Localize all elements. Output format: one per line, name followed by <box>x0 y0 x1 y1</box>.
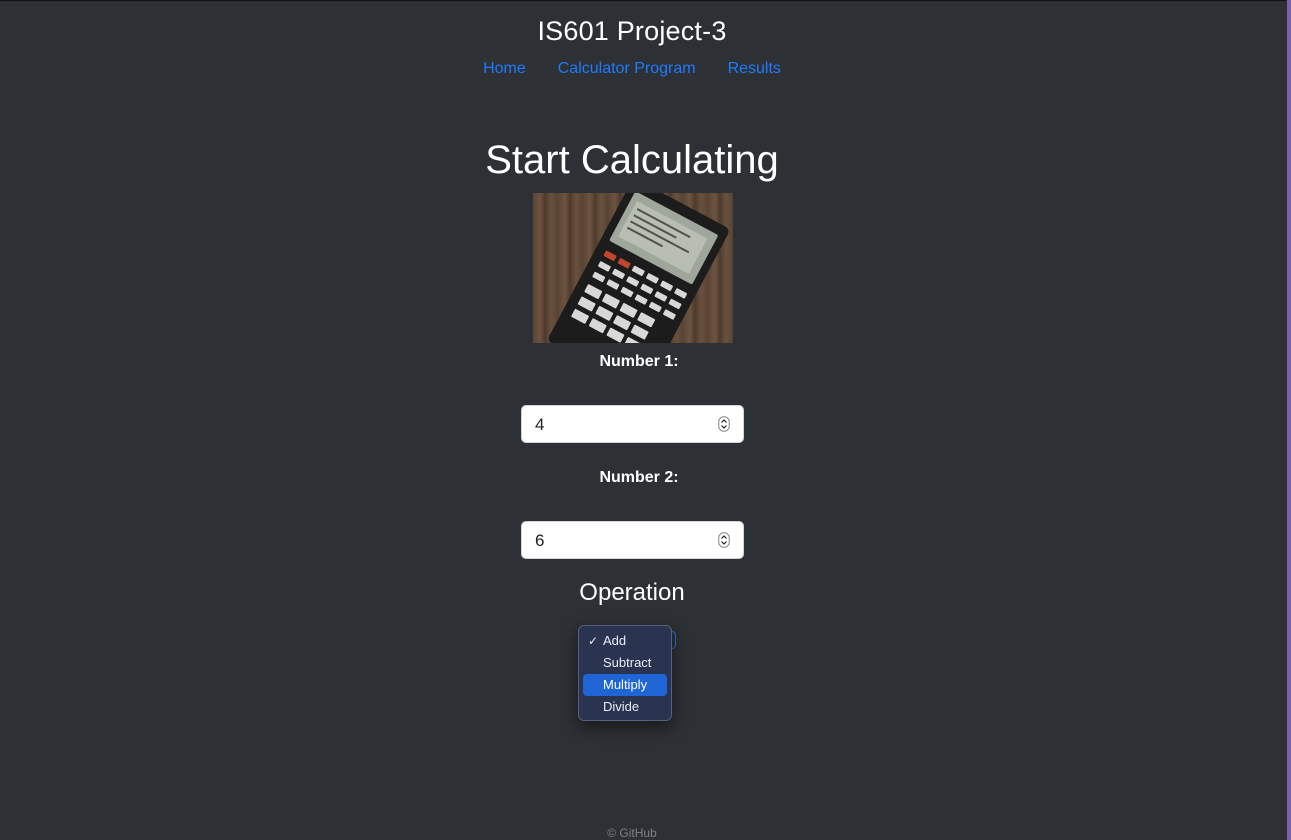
footer-text: © GitHub <box>607 826 657 840</box>
operation-heading: Operation <box>579 579 685 606</box>
nav-link-home[interactable]: Home <box>483 60 526 78</box>
number1-label: Number 1: <box>599 353 679 370</box>
window-right-edge <box>1287 0 1291 840</box>
number2-input[interactable]: 6 <box>521 521 744 559</box>
stepper-icon[interactable] <box>718 532 730 548</box>
page-heading: Start Calculating <box>485 138 779 182</box>
calculator-photo-icon <box>548 193 729 343</box>
checkmark-icon: ✓ <box>588 634 599 648</box>
nav-link-results[interactable]: Results <box>728 60 781 78</box>
operation-option-divide[interactable]: Divide <box>583 696 667 718</box>
option-label: Multiply <box>603 677 648 692</box>
operation-option-subtract[interactable]: Subtract <box>583 652 667 674</box>
operation-dropdown: ✓ Add Subtract Multiply Divide <box>578 625 672 721</box>
option-label: Subtract <box>603 655 652 670</box>
number1-value: 4 <box>535 415 545 434</box>
calculator-image <box>533 193 733 343</box>
operation-option-add[interactable]: ✓ Add <box>583 630 667 652</box>
stepper-icon[interactable] <box>718 416 730 432</box>
option-label: Divide <box>603 699 640 714</box>
number1-input[interactable]: 4 <box>521 405 744 443</box>
operation-option-multiply[interactable]: Multiply <box>583 674 667 696</box>
option-label: Add <box>603 633 627 648</box>
site-title: IS601 Project-3 <box>537 16 727 46</box>
number2-value: 6 <box>535 531 545 550</box>
window-top-border <box>0 0 1291 1</box>
main-nav: Home Calculator Program Results <box>0 60 1264 78</box>
nav-link-calculator-program[interactable]: Calculator Program <box>558 60 696 78</box>
number2-label: Number 2: <box>599 469 679 486</box>
